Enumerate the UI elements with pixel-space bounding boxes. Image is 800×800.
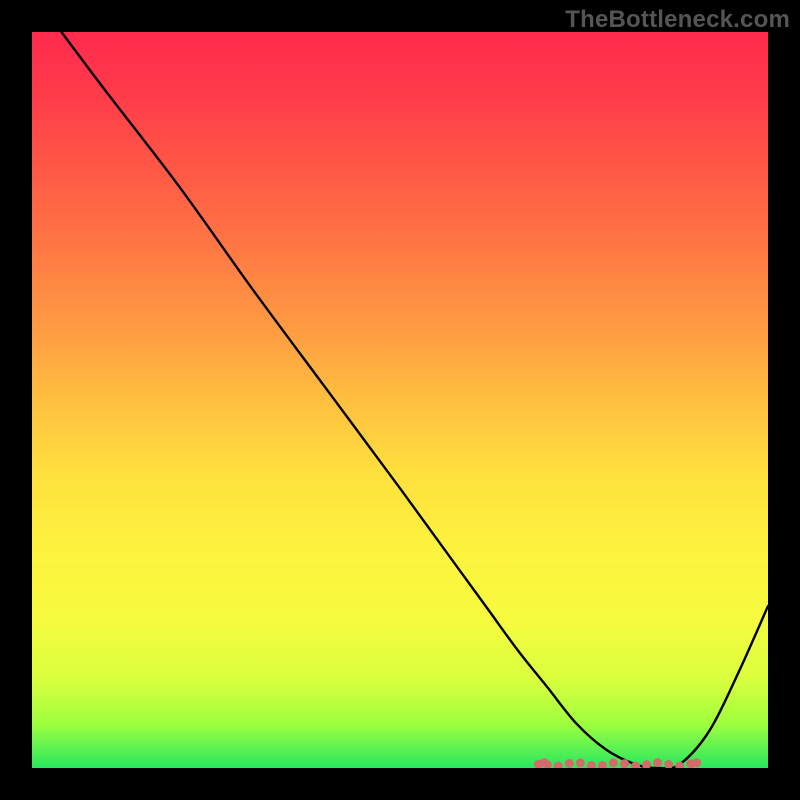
watermark-label: TheBottleneck.com (565, 6, 790, 34)
flat-segment-dots (534, 758, 701, 768)
bottleneck-curve (61, 32, 768, 768)
plot-area (32, 32, 768, 768)
chart-frame: TheBottleneck.com (0, 0, 800, 800)
curve-overlay (32, 32, 768, 768)
